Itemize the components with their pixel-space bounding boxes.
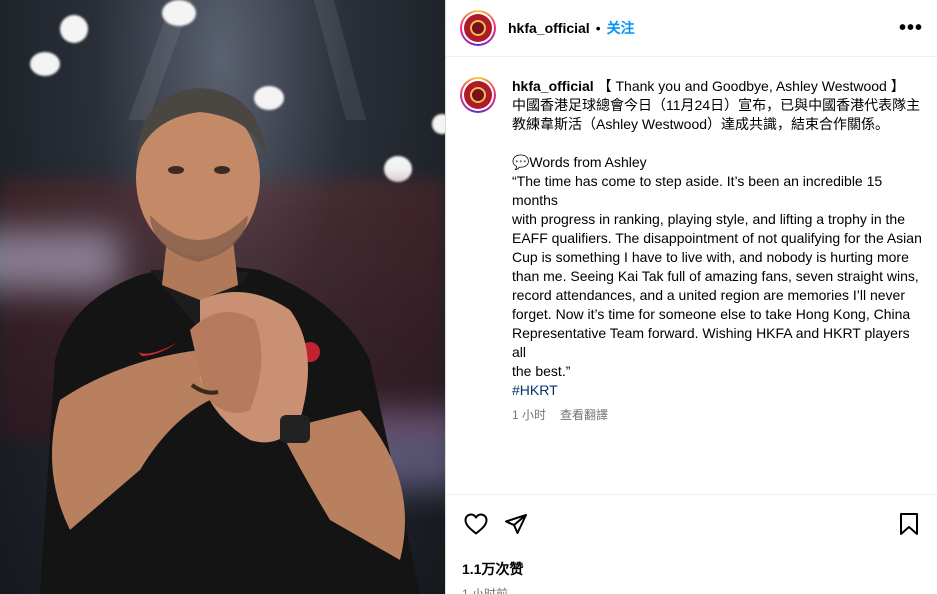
caption-time: 1 小时 <box>512 408 547 422</box>
avatar[interactable] <box>460 10 496 46</box>
quote-line: forget. Now it’s time for someone else t… <box>512 306 911 322</box>
share-icon[interactable] <box>502 510 530 538</box>
caption-meta: 1 小时 查看翻譯 <box>512 406 927 425</box>
caption-line-1: hkfa_official 【 Thank you and Goodbye, A… <box>512 77 927 96</box>
quote-line: record attendances, and a united region … <box>512 287 905 303</box>
bookmark-icon[interactable] <box>895 510 923 538</box>
post-photo <box>0 0 445 594</box>
post-timestamp: 1 小时前 <box>462 587 509 594</box>
quote-line: than me. Seeing Kai Tak full of amazing … <box>512 268 919 284</box>
quote-line: EAFF qualifiers. The disappointment of n… <box>512 230 922 246</box>
caption-area: hkfa_official 【 Thank you and Goodbye, A… <box>446 57 937 425</box>
more-icon[interactable]: ••• <box>899 17 923 40</box>
caption-title: 【 Thank you and Goodbye, Ashley Westwood… <box>597 78 905 94</box>
post-header: hkfa_official • 关注 ••• <box>446 0 937 57</box>
quote-line: Representative Team forward. Wishing HKF… <box>512 325 910 360</box>
caption-username[interactable]: hkfa_official <box>512 78 594 94</box>
hashtag-link[interactable]: #HKRT <box>512 381 927 400</box>
see-translation-button[interactable]: 查看翻譯 <box>560 406 608 425</box>
quote-line: Cup is something I have to live with, an… <box>512 249 909 265</box>
words-header: 💬Words from Ashley <box>512 154 647 170</box>
post-dialog: hkfa_official • 关注 ••• hkfa_official 【 T… <box>0 0 937 594</box>
quote-line: with progress in ranking, playing style,… <box>512 211 905 227</box>
header-username[interactable]: hkfa_official <box>508 20 590 36</box>
caption-line-2: 中國香港足球總會今日（11月24日）宣布，已與中國香港代表隊主 <box>512 97 921 113</box>
separator-dot: • <box>595 20 601 36</box>
quote-line: the best.” <box>512 363 571 379</box>
likes-count[interactable]: 1.1万次赞 <box>462 559 923 579</box>
caption: hkfa_official 【 Thank you and Goodbye, A… <box>512 77 927 425</box>
quote-line: “The time has come to step aside. It’s b… <box>512 173 883 208</box>
caption-line-3: 教練韋斯活（Ashley Westwood）達成共識，結束合作關係。 <box>512 116 890 132</box>
hkfa-crest-icon <box>464 81 492 109</box>
post-side-panel: hkfa_official • 关注 ••• hkfa_official 【 T… <box>445 0 937 594</box>
caption-avatar[interactable] <box>460 77 496 113</box>
coach-figure <box>40 88 420 594</box>
hkfa-crest-icon <box>464 14 492 42</box>
action-bar: 1.1万次赞 1 小时前 <box>446 494 937 594</box>
follow-button[interactable]: 关注 <box>607 18 635 38</box>
heart-icon[interactable] <box>462 510 490 538</box>
